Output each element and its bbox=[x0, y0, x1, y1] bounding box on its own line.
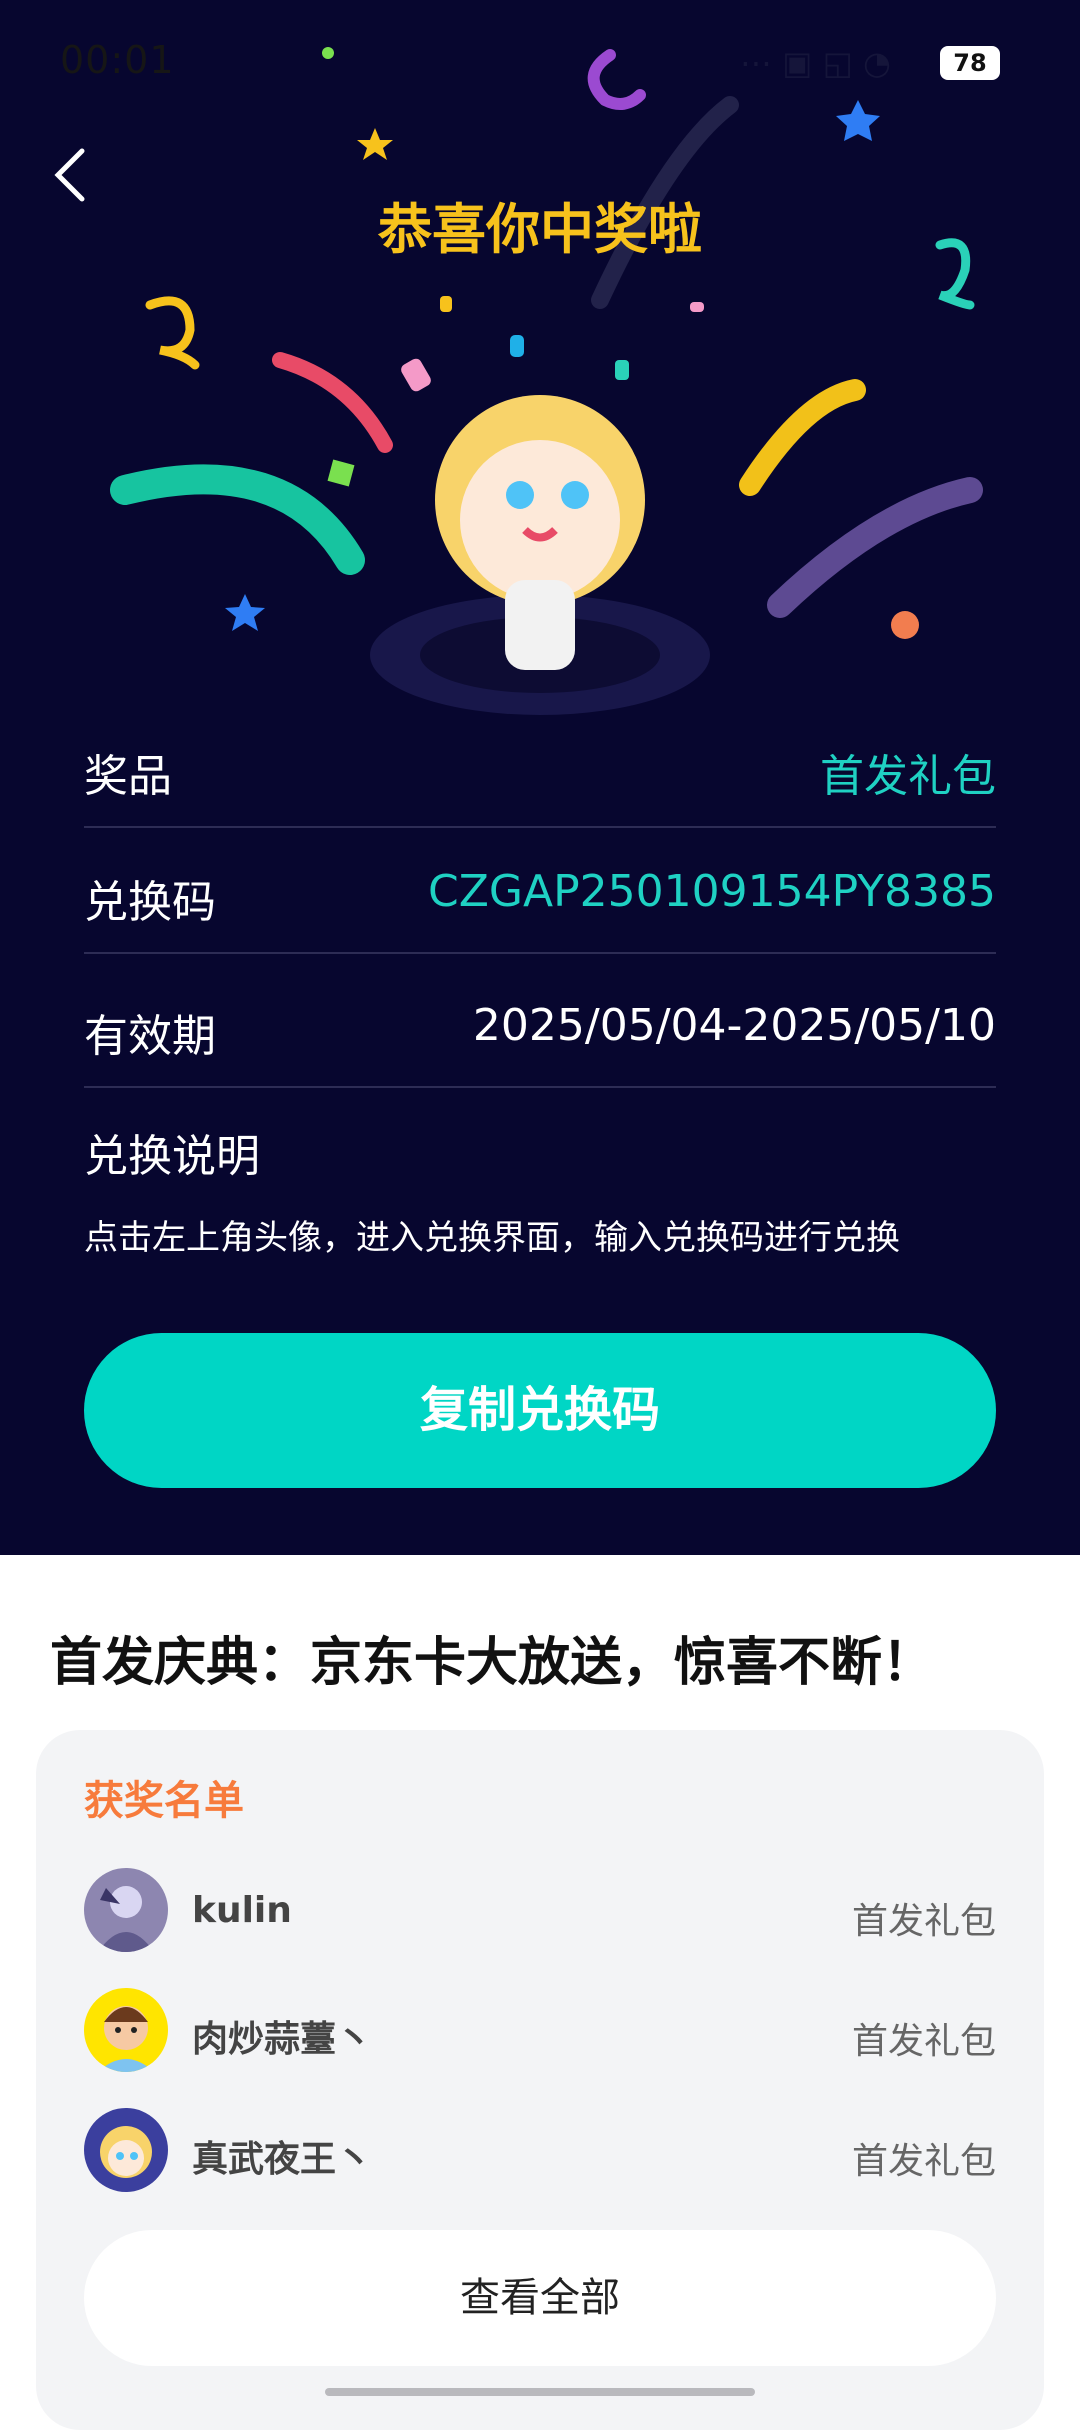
winner-name: 肉炒蒜薹丶 bbox=[192, 2019, 373, 2060]
avatar bbox=[84, 1988, 168, 2072]
winners-title: 获奖名单 bbox=[84, 1778, 244, 1824]
instructions-title: 兑换说明 bbox=[84, 1131, 260, 1182]
avatar bbox=[84, 2108, 168, 2192]
copy-code-button[interactable]: 复制兑换码 bbox=[84, 1333, 996, 1488]
code-row: 兑换码 CZGAP250109154PY8385 bbox=[84, 826, 996, 954]
prize-value: 首发礼包 bbox=[820, 751, 996, 802]
winner-name: 真武夜王丶 bbox=[192, 2139, 373, 2180]
prize-row: 奖品 首发礼包 bbox=[84, 700, 996, 828]
winner-prize: 首发礼包 bbox=[851, 2141, 996, 2182]
validity-value: 2025/05/04-2025/05/10 bbox=[472, 1000, 996, 1051]
winner-item: kulin 首发礼包 bbox=[84, 1868, 996, 1958]
code-label: 兑换码 bbox=[84, 877, 216, 928]
view-all-button[interactable]: 查看全部 bbox=[84, 2230, 996, 2366]
confetti-decoration bbox=[110, 47, 983, 715]
winner-item: 真武夜王丶 首发礼包 bbox=[84, 2108, 996, 2198]
home-indicator[interactable] bbox=[325, 2388, 755, 2396]
winner-name: kulin bbox=[192, 1890, 292, 1931]
validity-row: 有效期 2025/05/04-2025/05/10 bbox=[84, 960, 996, 1088]
winner-item: 肉炒蒜薹丶 首发礼包 bbox=[84, 1988, 996, 2078]
avatar bbox=[84, 1868, 168, 1952]
winner-prize: 首发礼包 bbox=[851, 2021, 996, 2062]
winners-card: 获奖名单 kulin 首发礼包 肉炒蒜薹丶 首发礼包 真武夜王丶 首发礼包 查看… bbox=[36, 1730, 1044, 2430]
winner-prize: 首发礼包 bbox=[851, 1901, 996, 1942]
prize-label: 奖品 bbox=[84, 751, 172, 802]
validity-label: 有效期 bbox=[84, 1011, 216, 1062]
prize-result-panel: 00:01 ⋯ ▣ ◱ ◔ 78 恭喜你中奖啦 奖品 首发礼包 兑换码 CZGA… bbox=[0, 0, 1080, 1555]
code-value[interactable]: CZGAP250109154PY8385 bbox=[428, 866, 996, 917]
page-title: 恭喜你中奖啦 bbox=[378, 198, 702, 261]
promo-title: 首发庆典：京东卡大放送，惊喜不断！ bbox=[50, 1633, 935, 1693]
instructions-text: 点击左上角头像，进入兑换界面，输入兑换码进行兑换 bbox=[84, 1218, 900, 1258]
